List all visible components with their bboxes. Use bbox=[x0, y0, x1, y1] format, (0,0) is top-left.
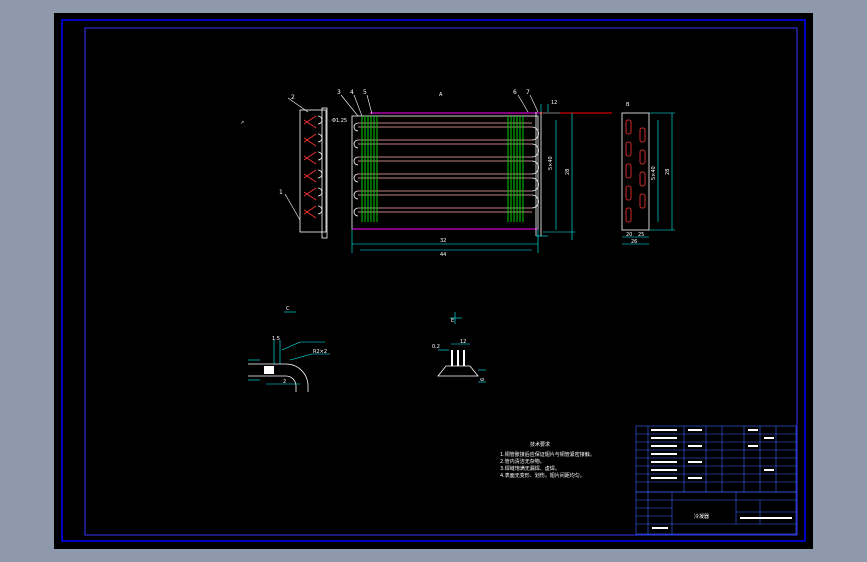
label-7: 7 bbox=[526, 89, 530, 96]
tube-diameter-label: Φ1.25 bbox=[332, 118, 347, 124]
detail2-dim-c: 6 bbox=[480, 378, 486, 381]
detail1-dim-b: 2 bbox=[283, 379, 286, 385]
note-line-4: 4.表面无变形、划伤，翅片间距均匀。 bbox=[500, 472, 585, 479]
right-dim-side: 26 bbox=[631, 239, 637, 245]
height-right: 28 bbox=[665, 169, 671, 175]
drawing-name: 冷凝器 bbox=[694, 513, 709, 520]
note-line-2: 2.管内清洁无杂物。 bbox=[500, 458, 545, 465]
right-side-view bbox=[621, 112, 675, 245]
label-4: 4 bbox=[350, 89, 354, 96]
view-mark: ↗ bbox=[240, 120, 244, 126]
section-mark-a: A bbox=[439, 92, 443, 98]
inner-border bbox=[84, 27, 798, 536]
label-3: 3 bbox=[337, 89, 341, 96]
label-6: 6 bbox=[513, 89, 517, 96]
dim-12: 12 bbox=[551, 100, 557, 106]
detail1-title: C bbox=[286, 306, 290, 312]
front-view bbox=[340, 94, 612, 253]
height-front: 28 bbox=[565, 169, 571, 175]
cad-drawing: 2 1 ↗ 3 4 5 6 7 Φ1.25 A 12 32 44 5×40 28… bbox=[61, 19, 806, 542]
dim-overall: 44 bbox=[440, 252, 446, 258]
detail1-dim-a: 1.5 bbox=[272, 336, 280, 342]
detail2-dim-b: 0.2 bbox=[432, 344, 440, 350]
label-1: 1 bbox=[279, 189, 283, 196]
notes-title: 技术要求 bbox=[530, 441, 550, 448]
detail1-dim-c: R2×2 bbox=[313, 349, 327, 355]
parts-list bbox=[635, 425, 797, 493]
pitch-right: 5×40 bbox=[651, 166, 657, 180]
detail-fin bbox=[437, 312, 486, 383]
label-2: 2 bbox=[291, 94, 295, 101]
right-dim-a: 20 bbox=[626, 232, 632, 238]
dim-inner: 32 bbox=[440, 238, 446, 244]
section-mark-b: B bbox=[626, 102, 630, 108]
note-line-3: 3.焊缝饱满无漏焊、虚焊。 bbox=[500, 465, 560, 472]
note-line-1: 1.铜管胀接后应保证翅片与铜管紧密接触。 bbox=[500, 451, 595, 458]
detail2-title: E bbox=[451, 318, 454, 324]
label-5: 5 bbox=[363, 89, 367, 96]
detail2-dim-a: 12 bbox=[460, 339, 466, 345]
right-dim-b: 25 bbox=[638, 232, 644, 238]
pitch-front: 5×40 bbox=[548, 156, 554, 170]
left-side-view bbox=[284, 97, 328, 239]
